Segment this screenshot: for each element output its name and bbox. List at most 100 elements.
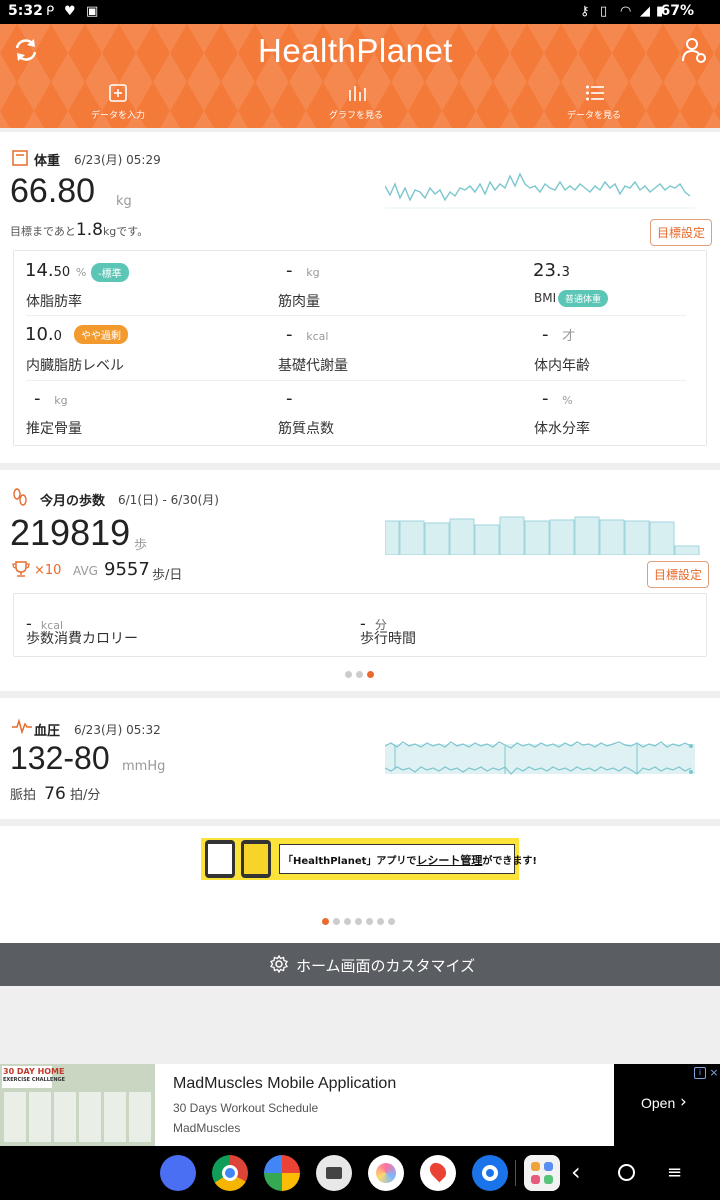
plus-square-icon [109, 84, 127, 102]
steps-page-indicator[interactable] [345, 671, 377, 679]
steps-bar-chart [385, 516, 700, 555]
muscle-label: 筋肉量 [278, 294, 320, 310]
customize-label: ホーム画面のカスタマイズ [296, 957, 476, 975]
phone-image-2 [241, 840, 271, 878]
body-age-main: - [542, 324, 549, 345]
weight-metrics-panel: 14.50 % -標準 体脂肪率 - kg 筋肉量 23.3 BMI 普通体重 … [13, 250, 707, 446]
bmr-value: - kcal [286, 324, 328, 345]
bmi-badge: 普通体重 [558, 290, 609, 307]
system-nav-bar: ‹ ≡ [0, 1146, 720, 1200]
battery-level: 67% [660, 3, 694, 19]
banner-suffix: ができます! [482, 856, 537, 867]
gear-icon [270, 955, 288, 973]
bp-title: 血圧 [34, 724, 61, 739]
signal-icon: ◢ [640, 4, 650, 19]
status-bar: 5:32 ᑭ ♥ ▣ ⚷ ▯ ◠ ◢ ▮ 67% [0, 0, 720, 24]
receipt-banner[interactable]: 「HealthPlanet」アプリでレシート管理ができます! [201, 838, 537, 880]
ad-open-button[interactable]: Open › i × [614, 1064, 720, 1146]
walk-time-label: 歩行時間 [360, 631, 416, 647]
photos-app-icon[interactable] [264, 1155, 300, 1191]
weight-sparkline [385, 172, 695, 209]
notification-icon: ▣ [86, 4, 99, 19]
bone-main: - [34, 388, 41, 409]
bmi-label: BMI [534, 291, 557, 305]
user-settings-icon[interactable] [680, 36, 708, 64]
wifi-icon: ◠ [620, 4, 632, 19]
weight-unit: kg [116, 194, 132, 209]
pulse-label: 脈拍 [10, 788, 37, 803]
maps-app-icon[interactable] [420, 1155, 456, 1191]
ad-brand: MadMuscles [173, 1121, 241, 1135]
calorie-label: 歩数消費カロリー [26, 631, 138, 647]
ad-cta-label: Open [641, 1095, 676, 1111]
body-fat-label: 体脂肪率 [26, 294, 82, 310]
nav-graph-label: グラフを見る [328, 111, 383, 121]
ad-thumb-title: 30 DAY HOME [3, 1067, 65, 1076]
visceral-fat-badge: やや過剰 [74, 325, 128, 344]
nav-data-label: データを見る [566, 111, 621, 121]
ad-banner[interactable]: 30 DAY HOME EXERCISE CHALLENGE MadMuscle… [0, 1064, 720, 1146]
phone-screen [208, 844, 232, 874]
home-icon[interactable] [618, 1164, 635, 1181]
settings-app-icon[interactable] [472, 1155, 508, 1191]
bmi-value: 23.3 [533, 260, 570, 281]
ad-close-icon[interactable]: × [708, 1067, 720, 1079]
app-drawer-icon[interactable] [524, 1155, 560, 1191]
visceral-fat-label: 内臓脂肪レベル [26, 358, 124, 374]
nav-input-label: データを入力 [90, 111, 145, 121]
trophy-icon [12, 561, 30, 577]
body-water-value: - % [542, 388, 573, 409]
steps-card[interactable]: 今月の歩数 6/1(日) - 6/30(月) 219819 歩 ×10 AVG … [0, 470, 720, 691]
bmi-main: 23. [533, 260, 562, 281]
sync-icon[interactable] [12, 36, 40, 64]
chrome-app-icon[interactable] [212, 1155, 248, 1191]
bar-chart-icon [349, 86, 366, 101]
body-water-label: 体水分率 [534, 421, 590, 437]
body-fat-unit: % [75, 266, 87, 279]
body-fat-value: 14.50 % [25, 260, 86, 281]
camera-app-icon[interactable] [316, 1155, 352, 1191]
ad-thumbnail[interactable]: 30 DAY HOME EXERCISE CHALLENGE [0, 1064, 155, 1146]
weight-goal-button[interactable]: 目標設定 [650, 219, 713, 246]
key-icon: ⚷ [580, 4, 590, 19]
bp-unit: mmHg [122, 759, 166, 774]
parking-icon: ᑭ [46, 4, 55, 19]
banner-page-indicator[interactable] [322, 918, 398, 926]
trophy-count: ×10 [34, 563, 62, 578]
status-time: 5:32 [8, 3, 43, 19]
weight-goal-text: 目標まであと1.8kgです。 [10, 220, 148, 240]
goal-suffix: です。 [116, 225, 149, 238]
body-fat-badge: -標準 [91, 263, 129, 282]
weight-card[interactable]: 体重 6/23(月) 05:29 66.80 kg 目標まであと1.8kgです。… [0, 132, 720, 463]
bone-mass-label: 推定骨量 [26, 421, 82, 437]
blood-pressure-card[interactable]: 血圧 6/23(月) 05:32 132-80 mmHg 脈拍 76 拍/分 [0, 698, 720, 819]
steps-value: 219819 [10, 512, 131, 553]
body-age-unit: 才 [562, 329, 576, 344]
back-icon[interactable]: ‹ [571, 1158, 581, 1186]
muscle-main: - [286, 260, 293, 281]
banner-card[interactable]: 「HealthPlanet」アプリでレシート管理ができます! [0, 826, 720, 943]
banner-text: 「HealthPlanet」アプリでレシート管理ができます! [283, 852, 537, 868]
pulse-row: 脈拍 76 拍/分 [10, 784, 100, 804]
bp-value: 132-80 [10, 740, 110, 776]
chevron-right-icon: › [680, 1092, 687, 1112]
gallery-app-icon[interactable] [368, 1155, 404, 1191]
app-logo: HealthPlanet [258, 32, 453, 70]
muscle-value: - kg [286, 260, 320, 281]
messages-app-icon[interactable] [160, 1155, 196, 1191]
weight-title: 体重 [34, 154, 61, 169]
steps-unit: 歩 [134, 538, 148, 553]
visceral-main: 10. [25, 324, 54, 345]
customize-home-button[interactable]: ホーム画面のカスタマイズ [0, 943, 720, 986]
weight-value: 66.80 [10, 172, 96, 210]
goal-unit: kg [102, 225, 117, 238]
pulse-unit: 拍/分 [69, 788, 101, 803]
steps-goal-button[interactable]: 目標設定 [647, 561, 710, 588]
muscle-unit: kg [306, 266, 320, 279]
vibrate-icon: ▯ [600, 4, 608, 19]
ad-title[interactable]: MadMuscles Mobile Application [173, 1075, 396, 1093]
ad-info-icon[interactable]: i [694, 1067, 706, 1079]
visceral-fat-value: 10.0 [25, 324, 62, 345]
recents-icon[interactable]: ≡ [667, 1162, 682, 1183]
muscle-quality-value: - [286, 388, 293, 409]
